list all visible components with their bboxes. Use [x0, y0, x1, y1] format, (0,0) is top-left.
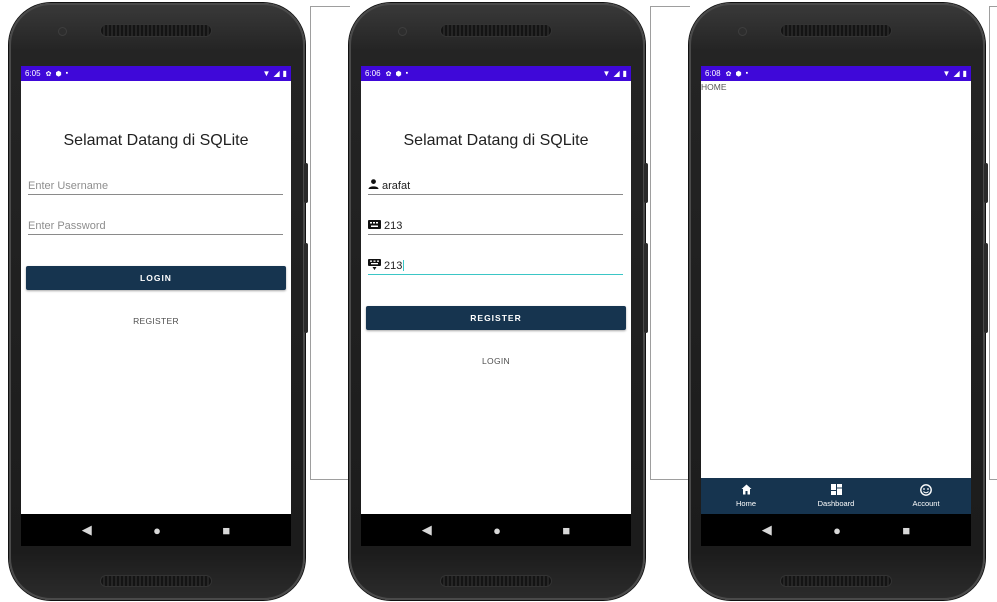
confirm-password-value: 213 [384, 259, 403, 272]
phone-home: 6:08 ✿ ⬢ ▪ ▼ ◢ ▮ HOME Home Dashboard Acc… [689, 3, 988, 600]
status-time: 6:08 [705, 69, 721, 78]
bottom-speaker [101, 576, 211, 586]
nav-dashboard[interactable]: Dashboard [801, 484, 871, 508]
battery-icon: ▮ [282, 69, 287, 78]
signal-icon: ◢ [953, 69, 960, 78]
wifi-icon: ▼ [602, 69, 611, 78]
volume-button [984, 243, 988, 333]
bottom-speaker [781, 576, 891, 586]
welcome-title: Selamat Datang di SQLite [403, 132, 589, 149]
status-time: 6:05 [25, 69, 41, 78]
recents-icon[interactable]: ■ [222, 523, 230, 538]
home-screen: 6:08 ✿ ⬢ ▪ ▼ ◢ ▮ HOME Home Dashboard Acc… [701, 66, 971, 546]
power-button [644, 163, 648, 203]
wifi-icon: ▼ [262, 69, 271, 78]
background-panel-3 [989, 6, 997, 480]
sim-icon: ▪ [65, 70, 69, 77]
dashboard-icon [830, 484, 842, 497]
wifi-icon: ▼ [942, 69, 951, 78]
register-button[interactable]: REGISTER [366, 306, 626, 330]
status-bar: 6:06 ✿ ⬢ ▪ ▼ ◢ ▮ [361, 66, 631, 81]
login-screen: 6:05 ✿ ⬢ ▪ ▼ ◢ ▮ Selamat Datang di SQLit… [21, 66, 291, 546]
username-input[interactable]: arafat [368, 177, 623, 195]
sim-icon: ▪ [745, 70, 749, 77]
phone-register: 6:06 ✿ ⬢ ▪ ▼ ◢ ▮ Selamat Datang di SQLit… [349, 3, 648, 600]
settings-icon: ✿ [725, 70, 732, 78]
volume-button [304, 243, 308, 333]
welcome-title: Selamat Datang di SQLite [63, 132, 249, 149]
username-placeholder: Enter Username [28, 179, 109, 192]
recents-icon[interactable]: ■ [902, 523, 910, 538]
keyboard-hide-icon [368, 258, 381, 273]
bottom-speaker [441, 576, 551, 586]
sim-icon: ▪ [405, 70, 409, 77]
phone-top-bezel [689, 3, 985, 65]
password-value: 213 [384, 219, 403, 232]
nav-home-label: Home [735, 499, 756, 508]
shield-icon: ⬢ [735, 70, 742, 78]
phone-top-bezel [349, 3, 645, 65]
home-circle-icon[interactable]: ● [833, 523, 841, 538]
nav-dashboard-label: Dashboard [817, 499, 855, 508]
nav-home[interactable]: Home [711, 484, 781, 508]
confirm-password-input[interactable]: 213 [368, 257, 623, 275]
register-link[interactable]: REGISTER [21, 316, 291, 326]
home-circle-icon[interactable]: ● [153, 523, 161, 538]
android-nav-bar: ◀ ● ■ [361, 514, 631, 546]
settings-icon: ✿ [45, 70, 52, 78]
keyboard-icon [368, 219, 381, 232]
home-circle-icon[interactable]: ● [493, 523, 501, 538]
shield-icon: ⬢ [55, 70, 62, 78]
background-panel-1 [310, 6, 350, 480]
power-button [304, 163, 308, 203]
register-screen: 6:06 ✿ ⬢ ▪ ▼ ◢ ▮ Selamat Datang di SQLit… [361, 66, 631, 546]
power-button [984, 163, 988, 203]
background-panel-2 [650, 6, 690, 480]
shield-icon: ⬢ [395, 70, 402, 78]
phone-top-bezel [9, 3, 305, 65]
username-value: arafat [382, 179, 411, 192]
earpiece-speaker [781, 25, 891, 36]
android-nav-bar: ◀ ● ■ [701, 514, 971, 546]
android-nav-bar: ◀ ● ■ [21, 514, 291, 546]
login-link[interactable]: LOGIN [361, 356, 631, 366]
home-fragment-label: HOME [701, 82, 727, 92]
status-bar: 6:05 ✿ ⬢ ▪ ▼ ◢ ▮ [21, 66, 291, 81]
earpiece-speaker [441, 25, 551, 36]
battery-icon: ▮ [962, 69, 967, 78]
recents-icon[interactable]: ■ [562, 523, 570, 538]
earpiece-speaker [101, 25, 211, 36]
status-time: 6:06 [365, 69, 381, 78]
back-icon[interactable]: ◀ [422, 522, 432, 538]
battery-icon: ▮ [622, 69, 627, 78]
login-button[interactable]: LOGIN [26, 266, 286, 290]
person-icon [368, 179, 379, 192]
status-bar: 6:08 ✿ ⬢ ▪ ▼ ◢ ▮ [701, 66, 971, 81]
nav-account-label: Account [912, 499, 940, 508]
username-input[interactable]: Enter Username [28, 177, 283, 195]
signal-icon: ◢ [273, 69, 280, 78]
account-icon [920, 484, 932, 497]
password-placeholder: Enter Password [28, 219, 106, 232]
text-cursor [403, 260, 405, 271]
back-icon[interactable]: ◀ [82, 522, 92, 538]
settings-icon: ✿ [385, 70, 392, 78]
password-input[interactable]: Enter Password [28, 217, 283, 235]
back-icon[interactable]: ◀ [762, 522, 772, 538]
front-camera [739, 28, 746, 35]
password-input[interactable]: 213 [368, 217, 623, 235]
phone-login: 6:05 ✿ ⬢ ▪ ▼ ◢ ▮ Selamat Datang di SQLit… [9, 3, 308, 600]
home-icon [741, 484, 752, 497]
front-camera [399, 28, 406, 35]
front-camera [59, 28, 66, 35]
nav-account[interactable]: Account [891, 484, 961, 508]
volume-button [644, 243, 648, 333]
bottom-navigation: Home Dashboard Account [701, 478, 971, 514]
signal-icon: ◢ [613, 69, 620, 78]
